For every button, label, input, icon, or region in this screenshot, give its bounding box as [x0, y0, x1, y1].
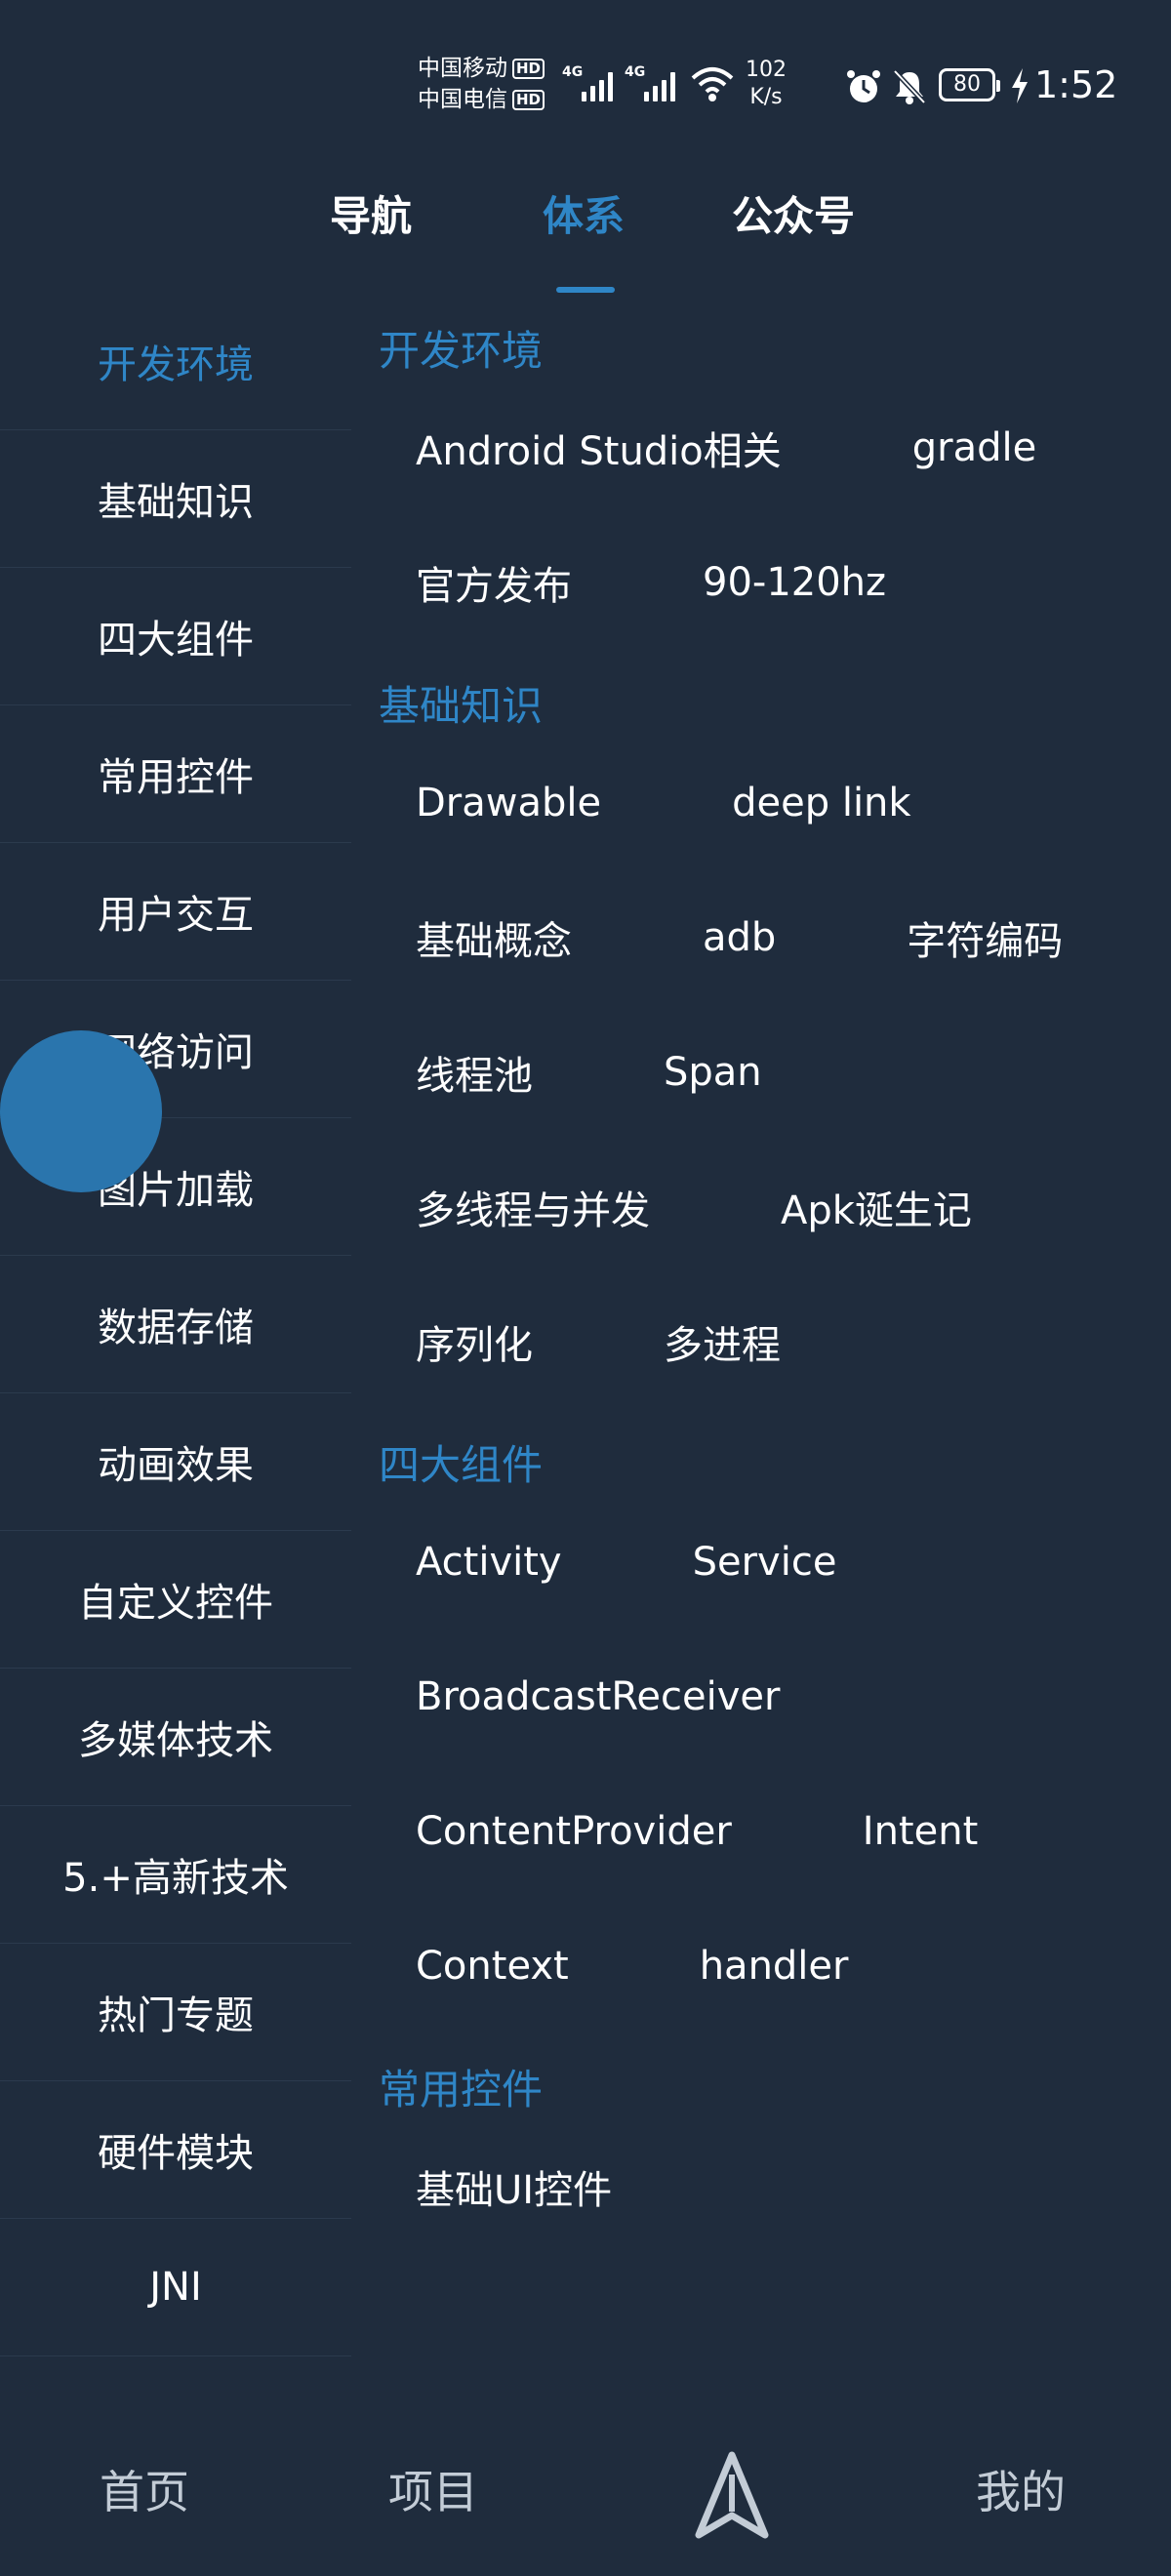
- tag-row: 序列化 多进程: [379, 1274, 1159, 1409]
- tag-item[interactable]: Context: [416, 1944, 569, 1989]
- category-item-hot-topics[interactable]: 热门专题: [0, 1944, 351, 2081]
- tag-item[interactable]: Service: [693, 1540, 837, 1585]
- tag-item[interactable]: 基础UI控件: [416, 2158, 612, 2215]
- tag-item[interactable]: 线程池: [416, 1044, 533, 1101]
- section-title: 四大组件: [379, 1441, 544, 1489]
- tab-system[interactable]: 体系: [543, 185, 625, 248]
- category-item-common-widgets[interactable]: 常用控件: [0, 705, 351, 843]
- tag-row: 基础概念 adb 字符编码: [379, 870, 1159, 1005]
- net-speed-value: 102: [746, 58, 787, 82]
- net-speed-unit: K/s: [749, 85, 783, 109]
- section-title: 开发环境: [379, 327, 544, 375]
- tab-official-accounts[interactable]: 公众号: [732, 185, 855, 248]
- category-item-new-tech[interactable]: 5.+高新技术: [0, 1806, 351, 1944]
- alarm-icon: [847, 70, 880, 102]
- tag-item[interactable]: 多进程: [664, 1313, 781, 1370]
- category-item-basics[interactable]: 基础知识: [0, 430, 351, 568]
- tag-item[interactable]: Span: [664, 1050, 762, 1095]
- carrier-2-label: 中国电信: [418, 87, 507, 112]
- tag-item[interactable]: Android Studio相关: [416, 420, 782, 476]
- tag-item[interactable]: 字符编码: [907, 909, 1063, 966]
- category-item-data-storage[interactable]: 数据存储: [0, 1256, 351, 1393]
- category-item-animation[interactable]: 动画效果: [0, 1393, 351, 1531]
- wifi-icon: [691, 67, 734, 101]
- category-item-custom-view[interactable]: 自定义控件: [0, 1531, 351, 1669]
- tag-row: ContentProvider Intent: [379, 1764, 1159, 1899]
- section-title: 基础知识: [379, 682, 544, 730]
- floating-ball[interactable]: [0, 1030, 162, 1192]
- tag-item[interactable]: Intent: [863, 1809, 978, 1854]
- carrier-1-label: 中国移动: [418, 56, 507, 81]
- tag-item[interactable]: gradle: [912, 425, 1036, 470]
- hd-badge: HD: [512, 89, 545, 110]
- tag-row: 基础UI控件: [379, 2119, 1159, 2254]
- signal-1-icon: 4G: [562, 59, 613, 107]
- tag-row: Context handler: [379, 1899, 1159, 2033]
- category-list: 开发环境 基础知识 四大组件 常用控件 用户交互 网络访问 图片加载 数据存储 …: [0, 293, 351, 2356]
- clock: 1:52: [1034, 63, 1118, 106]
- tag-row: Activity Service: [379, 1495, 1159, 1630]
- bell-muted-icon: [893, 69, 926, 104]
- tag-item[interactable]: adb: [703, 915, 776, 960]
- tag-row: Android Studio相关 gradle: [379, 381, 1159, 515]
- net-speed: 102 K/s: [746, 57, 787, 111]
- category-item-dev-env[interactable]: 开发环境: [0, 293, 351, 430]
- status-bar: 中国移动 HD 中国电信 HD 4G 4G 102 K/s 80 1:52: [0, 0, 1171, 146]
- tag-item[interactable]: 基础概念: [416, 909, 572, 966]
- tag-row: 官方发布 90-120hz: [379, 515, 1159, 650]
- tag-row: BroadcastReceiver: [379, 1630, 1159, 1764]
- tag-item[interactable]: ContentProvider: [416, 1809, 732, 1854]
- tag-item[interactable]: 官方发布: [416, 554, 572, 611]
- tag-item[interactable]: Drawable: [416, 781, 601, 825]
- bottom-nav: 首页 项目 我的: [0, 2400, 1171, 2576]
- section-title: 常用控件: [379, 2066, 544, 2113]
- tab-navigation[interactable]: 导航: [330, 185, 412, 248]
- tag-item[interactable]: deep link: [732, 781, 910, 825]
- tag-item[interactable]: BroadcastReceiver: [416, 1674, 780, 1719]
- category-item-user-interaction[interactable]: 用户交互: [0, 843, 351, 981]
- nav-home[interactable]: 首页: [100, 2461, 189, 2523]
- top-tab-bar: 导航 体系 公众号: [0, 185, 1171, 293]
- tag-item[interactable]: 90-120hz: [703, 560, 886, 605]
- category-item-hardware[interactable]: 硬件模块: [0, 2081, 351, 2219]
- tag-item[interactable]: handler: [700, 1944, 849, 1989]
- tag-row: 多线程与并发 Apk诞生记: [379, 1140, 1159, 1274]
- tag-row: Drawable deep link: [379, 736, 1159, 870]
- knowledge-content: 开发环境 Android Studio相关 gradle 官方发布 90-120…: [379, 293, 1159, 2254]
- tag-row: 线程池 Span: [379, 1005, 1159, 1140]
- tag-item[interactable]: 序列化: [416, 1313, 533, 1370]
- tag-item[interactable]: Activity: [416, 1540, 562, 1585]
- nav-mine[interactable]: 我的: [976, 2461, 1066, 2523]
- tag-item[interactable]: 多线程与并发: [416, 1179, 650, 1235]
- category-item-four-components[interactable]: 四大组件: [0, 568, 351, 705]
- hd-badge: HD: [512, 58, 545, 79]
- category-item-multimedia[interactable]: 多媒体技术: [0, 1669, 351, 1806]
- category-item-jni[interactable]: JNI: [0, 2219, 351, 2356]
- signal-2-icon: 4G: [625, 59, 675, 107]
- carrier-info: 中国移动 HD 中国电信 HD: [418, 53, 545, 115]
- nav-center-logo-icon[interactable]: [695, 2451, 769, 2539]
- nav-project[interactable]: 项目: [388, 2461, 478, 2523]
- tag-item[interactable]: Apk诞生记: [781, 1179, 972, 1235]
- charging-icon: [1012, 68, 1028, 103]
- battery-icon: 80: [939, 68, 1000, 101]
